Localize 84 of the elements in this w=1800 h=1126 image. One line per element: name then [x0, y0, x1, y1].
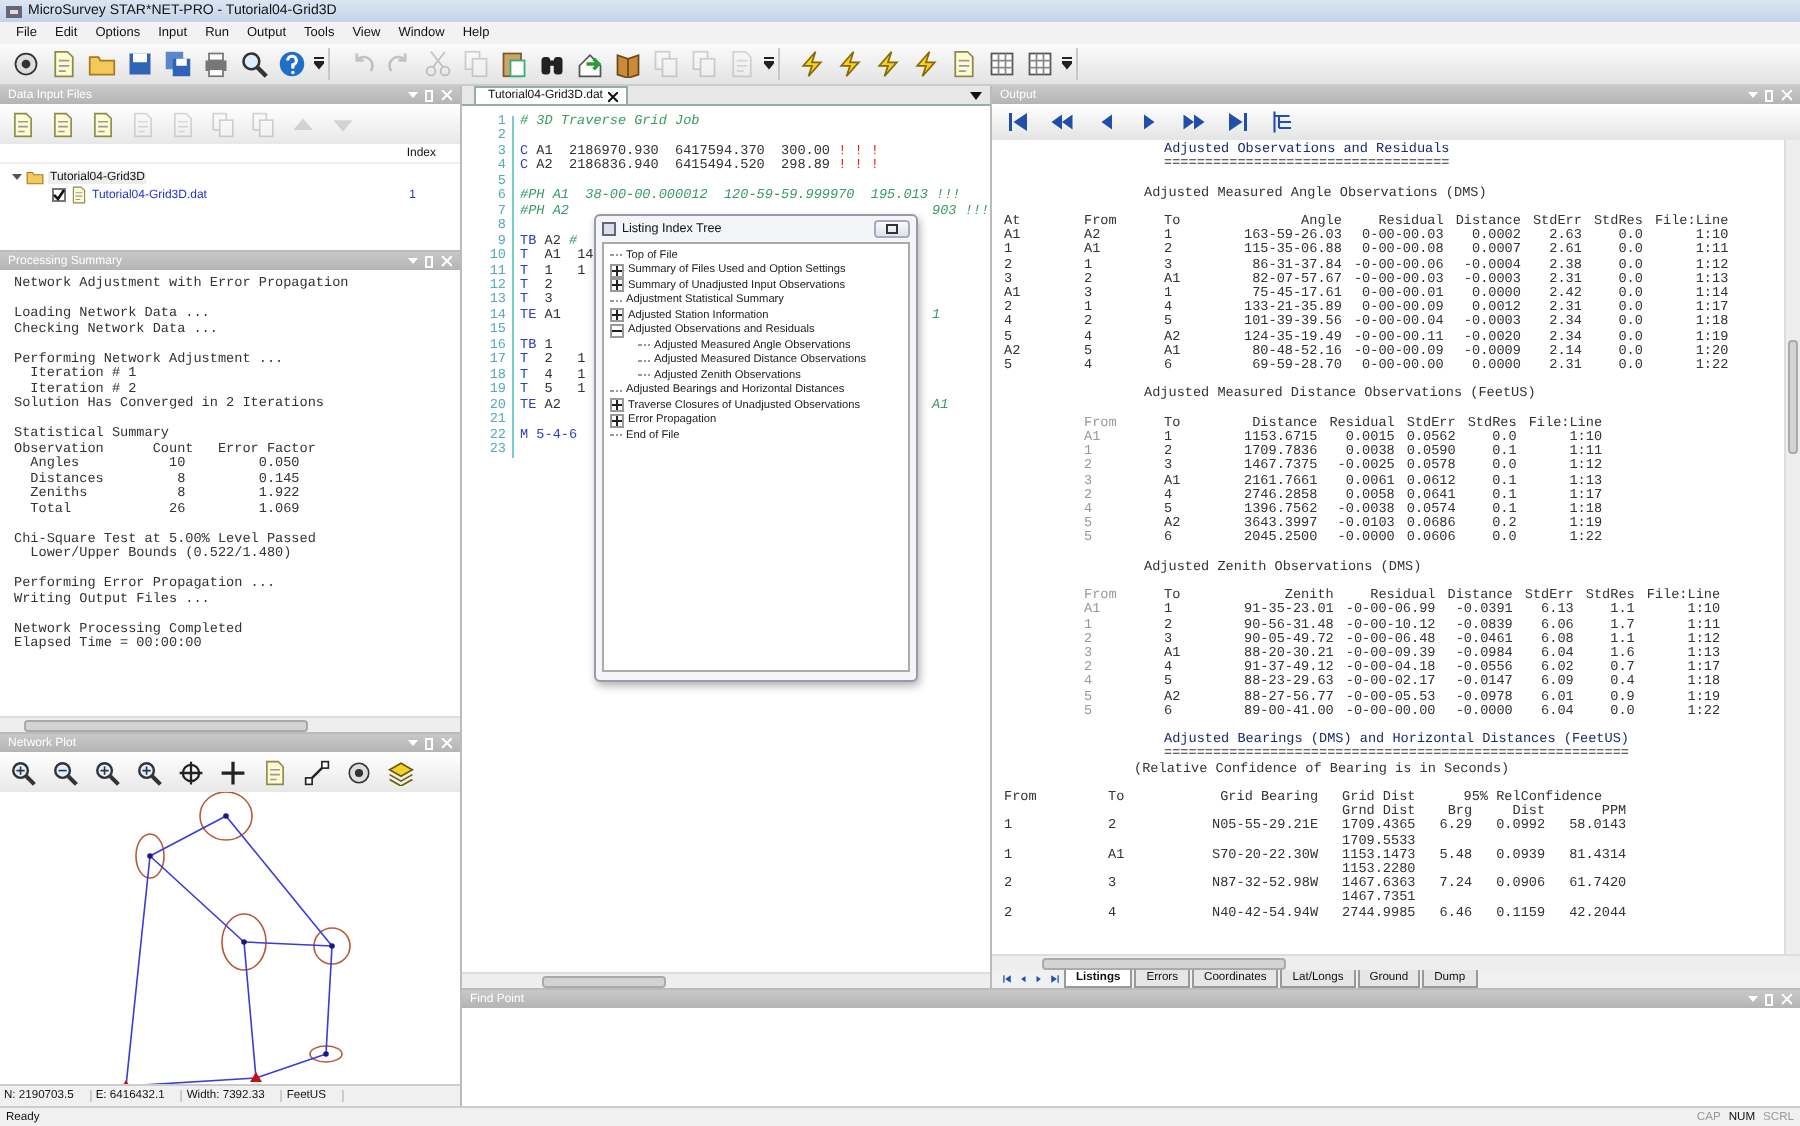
- fast-forward-icon: [1182, 110, 1206, 134]
- toolbar-button[interactable]: [176, 757, 206, 787]
- horizontal-scrollbar[interactable]: [992, 954, 1800, 970]
- book-icon: [614, 50, 642, 78]
- document-icon: [170, 111, 196, 137]
- toolbar-button[interactable]: [498, 48, 530, 80]
- copy-icon: [652, 50, 680, 78]
- search-icon: [240, 50, 268, 78]
- house-icon: [576, 50, 604, 78]
- layers-icon: [388, 759, 414, 785]
- copy-icon: [690, 50, 718, 78]
- document-icon: [50, 50, 78, 78]
- toolbar-button[interactable]: [238, 48, 270, 80]
- line-icon: [304, 759, 330, 785]
- toolbar-button[interactable]: [612, 48, 644, 80]
- expand-toggle[interactable]: [610, 263, 624, 278]
- disks-icon: [164, 50, 192, 78]
- rewind-icon: [1050, 110, 1074, 134]
- folder-icon: [88, 50, 116, 78]
- close-icon[interactable]: [608, 91, 619, 101]
- toolbar-overflow-icon[interactable]: [764, 56, 774, 72]
- restore-icon: [886, 224, 898, 234]
- toolbar-button[interactable]: [574, 48, 606, 80]
- restore-button[interactable]: [874, 220, 910, 238]
- document-icon: [90, 111, 116, 137]
- crosshair-icon: [178, 759, 204, 785]
- document-icon: [728, 50, 756, 78]
- clipboard-icon: [500, 50, 528, 78]
- document-icon: [130, 111, 156, 137]
- copy-icon: [462, 50, 490, 78]
- expand-toggle[interactable]: [610, 278, 624, 293]
- lightning-icon: [874, 50, 902, 78]
- document-icon: [50, 111, 76, 137]
- folder-icon: [26, 168, 44, 186]
- document-icon: [262, 759, 288, 785]
- document-icon: [70, 186, 88, 204]
- navigation-button[interactable]: [1004, 108, 1032, 136]
- expand-toggle[interactable]: [610, 413, 624, 428]
- grid-icon: [988, 50, 1016, 78]
- toolbar-button[interactable]: [50, 757, 80, 787]
- printer-icon: [202, 50, 230, 78]
- navigation-button[interactable]: [1224, 108, 1252, 136]
- horizontal-scrollbar[interactable]: [0, 716, 460, 732]
- toolbar-button[interactable]: [218, 757, 248, 787]
- last-page-icon: [1226, 110, 1250, 134]
- toolbar-button[interactable]: [134, 757, 164, 787]
- zoom-in-icon: [10, 759, 36, 785]
- zoom-in-icon: [94, 759, 120, 785]
- navigation-button[interactable]: [1268, 108, 1296, 136]
- document-icon: [10, 111, 36, 137]
- lightning-icon: [912, 50, 940, 78]
- plus-icon: [220, 759, 246, 785]
- first-page-icon: [1002, 973, 1012, 983]
- grid-icon: [1026, 50, 1054, 78]
- copy-icon: [210, 111, 236, 137]
- first-page-icon: [1006, 110, 1030, 134]
- dropdown-arrow-icon[interactable]: [970, 91, 982, 99]
- help-icon: [278, 50, 306, 78]
- lightning-icon: [836, 50, 864, 78]
- toolbar-button[interactable]: [1024, 48, 1056, 80]
- expand-toggle[interactable]: [610, 308, 624, 323]
- toolbar-button[interactable]: [92, 757, 122, 787]
- expand-toggle[interactable]: [610, 398, 624, 413]
- document-icon: [950, 50, 978, 78]
- app-icon: [6, 3, 22, 19]
- toolbar-button[interactable]: [386, 757, 416, 787]
- toolbar-overflow-icon[interactable]: [314, 56, 324, 72]
- toolbar-button[interactable]: [8, 757, 38, 787]
- zoom-in-icon: [136, 759, 162, 785]
- zoom-out-icon: [52, 759, 78, 785]
- tree-icon: [1270, 110, 1294, 134]
- scissors-icon: [424, 50, 452, 78]
- collapse-toggle[interactable]: [12, 172, 22, 182]
- lightning-icon: [798, 50, 826, 78]
- vertical-scrollbar[interactable]: [1784, 140, 1800, 954]
- toolbar-button[interactable]: [302, 757, 332, 787]
- checkbox[interactable]: [52, 188, 66, 202]
- collapse-toggle[interactable]: [610, 323, 624, 338]
- window-icon: [602, 222, 616, 236]
- copy-icon: [250, 111, 276, 137]
- toolbar-overflow-icon[interactable]: [1062, 56, 1072, 72]
- horizontal-scrollbar[interactable]: [462, 972, 990, 988]
- last-page-icon: [1050, 973, 1060, 983]
- toolbar-button[interactable]: [986, 48, 1018, 80]
